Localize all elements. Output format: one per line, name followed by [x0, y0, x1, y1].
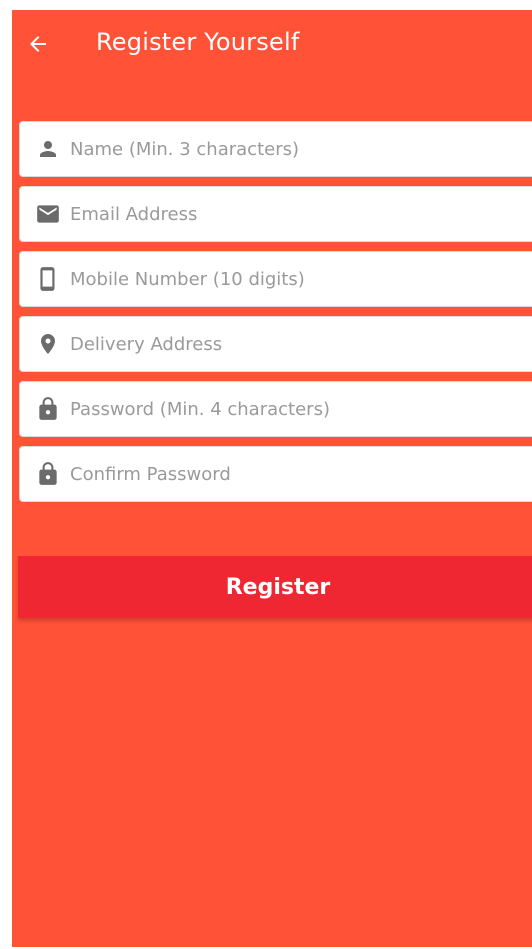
app-bar: Register Yourself: [12, 10, 532, 80]
password-input[interactable]: [68, 382, 532, 436]
registration-form: [19, 121, 532, 511]
lock-icon: [34, 395, 62, 423]
mobile-field: [19, 251, 532, 307]
lock-icon: [34, 460, 62, 488]
register-button[interactable]: Register: [18, 556, 532, 618]
phone-icon: [34, 265, 62, 293]
mobile-input[interactable]: [68, 252, 532, 306]
confirm-password-field: [19, 446, 532, 502]
page-title: Register Yourself: [96, 28, 300, 56]
mail-icon: [34, 200, 62, 228]
address-input[interactable]: [68, 317, 532, 371]
person-icon: [34, 135, 62, 163]
confirm-password-input[interactable]: [68, 447, 532, 501]
register-screen: Register Yourself Name (Min. 3 character…: [12, 10, 532, 947]
back-button[interactable]: [22, 30, 54, 62]
name-input[interactable]: [68, 122, 532, 176]
address-field: [19, 316, 532, 372]
password-field: [19, 381, 532, 437]
email-input[interactable]: [68, 187, 532, 241]
location-pin-icon: [34, 330, 62, 358]
email-field: [19, 186, 532, 242]
arrow-left-icon: [26, 32, 50, 61]
name-field: [19, 121, 532, 177]
